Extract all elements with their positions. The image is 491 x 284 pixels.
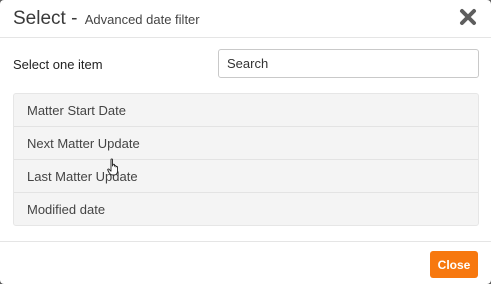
item-list: Matter Start Date Next Matter Update Las… (13, 93, 479, 226)
list-item[interactable]: Last Matter Update (14, 160, 478, 193)
dialog-header: Select - Advanced date filter (0, 0, 491, 38)
list-item[interactable]: Modified date (14, 193, 478, 225)
close-x-icon[interactable] (459, 8, 477, 26)
dialog-title: Select - Advanced date filter (13, 8, 200, 30)
search-input[interactable] (218, 49, 479, 78)
list-item[interactable]: Next Matter Update (14, 127, 478, 160)
select-dialog: Select - Advanced date filter Select one… (0, 0, 491, 284)
close-button[interactable]: Close (430, 251, 478, 278)
list-item[interactable]: Matter Start Date (14, 94, 478, 127)
select-one-item-label: Select one item (13, 57, 103, 72)
dialog-subtitle: Advanced date filter (84, 12, 200, 27)
dialog-title-text: Select - (13, 8, 78, 29)
footer-divider (0, 241, 491, 242)
